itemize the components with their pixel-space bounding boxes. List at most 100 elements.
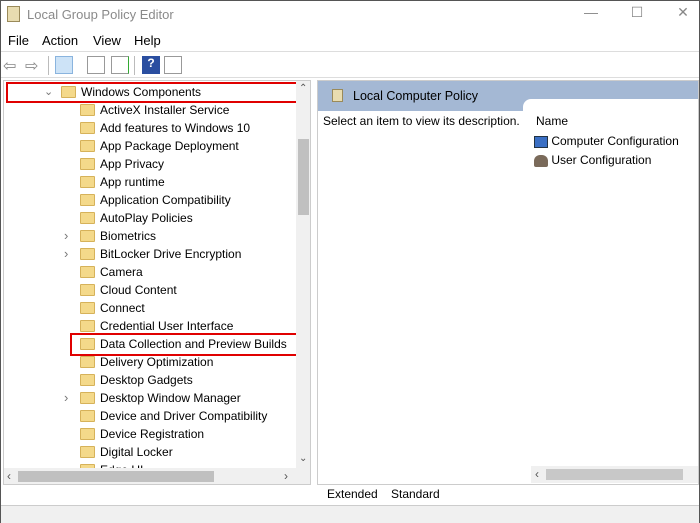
- column-header-name[interactable]: Name: [536, 114, 568, 128]
- tree-item[interactable]: App runtime: [4, 173, 294, 191]
- computer-icon: [534, 135, 548, 148]
- scroll-right-icon[interactable]: ›: [284, 469, 288, 483]
- scroll-down-icon[interactable]: ⌄: [299, 453, 307, 464]
- item-label: User Configuration: [551, 153, 652, 167]
- title-bar: Local Group Policy Editor — ☐ ✕: [1, 1, 699, 28]
- folder-icon: [80, 104, 95, 116]
- tree-item[interactable]: App Privacy: [4, 155, 294, 173]
- chevron-right-icon[interactable]: ›: [64, 227, 68, 245]
- properties-icon[interactable]: [87, 56, 105, 74]
- chevron-right-icon[interactable]: ›: [64, 245, 68, 263]
- tree-item-label: Cloud Content: [100, 283, 177, 297]
- scroll-left-icon[interactable]: ‹: [7, 469, 11, 483]
- tree-item-label: Digital Locker: [100, 445, 173, 459]
- minimize-button[interactable]: —: [581, 4, 601, 24]
- tree-item[interactable]: › Desktop Window Manager: [4, 389, 294, 407]
- tree-item[interactable]: Cloud Content: [4, 281, 294, 299]
- app-window: Local Group Policy Editor — ☐ ✕ File Act…: [0, 0, 700, 523]
- scroll-thumb[interactable]: [18, 471, 214, 482]
- folder-icon: [80, 446, 95, 458]
- folder-icon: [80, 356, 95, 368]
- chevron-right-icon[interactable]: ›: [64, 389, 68, 407]
- export-list-icon[interactable]: [111, 56, 129, 74]
- filter-icon[interactable]: [164, 56, 182, 74]
- details-pane: Local Computer Policy Select an item to …: [317, 80, 699, 485]
- tab-extended[interactable]: Extended: [327, 487, 378, 501]
- user-icon: [534, 154, 548, 167]
- scroll-thumb[interactable]: [546, 469, 683, 480]
- folder-icon: [80, 248, 95, 260]
- folder-icon: [80, 212, 95, 224]
- horizontal-scrollbar[interactable]: ‹: [531, 466, 698, 483]
- back-icon[interactable]: ⇦: [3, 56, 21, 75]
- tree-item-label: App runtime: [100, 175, 165, 189]
- menu-file[interactable]: File: [8, 33, 29, 48]
- close-button[interactable]: ✕: [673, 4, 693, 24]
- tree-item-label: AutoPlay Policies: [100, 211, 193, 225]
- menu-bar: File Action View Help: [1, 29, 699, 51]
- folder-icon: [80, 266, 95, 278]
- forward-icon[interactable]: ⇨: [25, 56, 43, 75]
- folder-icon: [80, 320, 95, 332]
- tree-pane: ⌄ Windows Components ActiveX Installer S…: [3, 80, 311, 485]
- vertical-scrollbar[interactable]: ⌃ ⌄: [296, 81, 310, 468]
- tree-item-label: Biometrics: [100, 229, 157, 243]
- list-item[interactable]: Computer Configuration: [534, 134, 679, 148]
- menu-help[interactable]: Help: [134, 33, 161, 48]
- folder-icon: [80, 392, 95, 404]
- folder-icon: [80, 302, 95, 314]
- tree-item-label: Device and Driver Compatibility: [100, 409, 268, 423]
- folder-icon: [80, 176, 95, 188]
- separator: [48, 56, 49, 75]
- horizontal-scrollbar[interactable]: ‹ ›: [4, 468, 310, 484]
- window-title: Local Group Policy Editor: [27, 7, 174, 22]
- tree-item[interactable]: Device and Driver Compatibility: [4, 407, 294, 425]
- maximize-button[interactable]: ☐: [627, 4, 647, 24]
- view-tabs: Extended Standard: [317, 485, 699, 505]
- pane-header: Local Computer Policy: [318, 81, 698, 113]
- tree-item[interactable]: Desktop Gadgets: [4, 371, 294, 389]
- tree-item-label: Desktop Window Manager: [100, 391, 241, 405]
- tree-item[interactable]: Application Compatibility: [4, 191, 294, 209]
- tree-item-label: Application Compatibility: [100, 193, 231, 207]
- folder-icon: [80, 428, 95, 440]
- scroll-left-icon[interactable]: ‹: [535, 467, 539, 481]
- policy-icon: [332, 89, 343, 102]
- folder-icon: [80, 140, 95, 152]
- description-text: Select an item to view its description.: [323, 114, 520, 128]
- tree-item[interactable]: App Package Deployment: [4, 137, 294, 155]
- scroll-up-icon[interactable]: ⌃: [299, 83, 307, 94]
- tree-item-label: App Privacy: [100, 157, 165, 171]
- tree-item-label: Device Registration: [100, 427, 205, 441]
- tree-item-label: Add features to Windows 10: [100, 121, 251, 135]
- separator: [134, 56, 135, 75]
- tree-item-label: BitLocker Drive Encryption: [100, 247, 242, 261]
- folder-icon: [80, 230, 95, 242]
- tree-item[interactable]: Add features to Windows 10: [4, 119, 294, 137]
- tab-standard[interactable]: Standard: [391, 487, 440, 501]
- app-icon: [7, 6, 20, 22]
- tree-item[interactable]: Connect: [4, 299, 294, 317]
- folder-icon: [80, 194, 95, 206]
- tree-item[interactable]: Device Registration: [4, 425, 294, 443]
- folder-icon: [80, 158, 95, 170]
- tree-item[interactable]: › BitLocker Drive Encryption: [4, 245, 294, 263]
- highlight-box: [70, 333, 298, 356]
- show-hide-tree-icon[interactable]: [55, 56, 73, 74]
- tree-item[interactable]: ActiveX Installer Service: [4, 101, 294, 119]
- menu-action[interactable]: Action: [42, 33, 78, 48]
- help-icon[interactable]: ?: [142, 56, 160, 74]
- highlight-box: [6, 82, 298, 103]
- tree-item[interactable]: AutoPlay Policies: [4, 209, 294, 227]
- tree-item[interactable]: Digital Locker: [4, 443, 294, 461]
- list-item[interactable]: User Configuration: [534, 153, 651, 167]
- tree-item[interactable]: › Biometrics: [4, 227, 294, 245]
- pane-title: Local Computer Policy: [353, 89, 479, 103]
- folder-icon: [80, 122, 95, 134]
- folder-icon: [80, 284, 95, 296]
- tree-item-label: Connect: [100, 301, 145, 315]
- menu-view[interactable]: View: [93, 33, 121, 48]
- tree-item-label: Desktop Gadgets: [100, 373, 193, 387]
- scroll-thumb[interactable]: [298, 139, 309, 215]
- tree-item[interactable]: Camera: [4, 263, 294, 281]
